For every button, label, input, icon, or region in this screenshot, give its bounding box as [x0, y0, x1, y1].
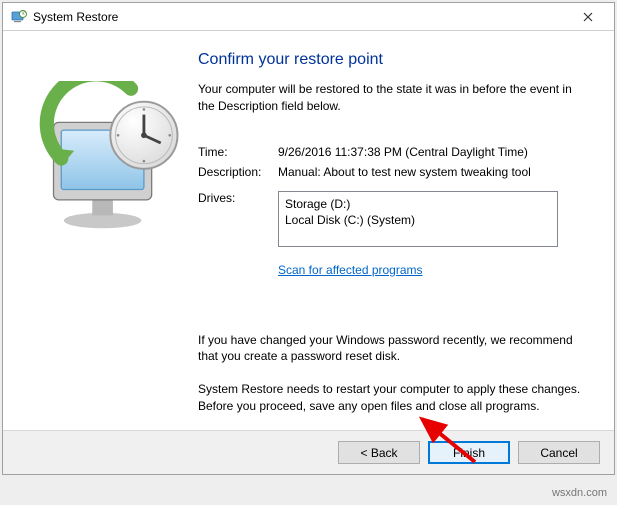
button-bar: < Back Finish Cancel	[3, 430, 614, 474]
scan-affected-programs-link[interactable]: Scan for affected programs	[278, 263, 423, 277]
drives-list: Storage (D:) Local Disk (C:) (System)	[278, 191, 558, 247]
drives-row: Drives: Storage (D:) Local Disk (C:) (Sy…	[198, 191, 584, 247]
password-warning-text: If you have changed your Windows passwor…	[198, 332, 584, 366]
page-heading: Confirm your restore point	[198, 51, 584, 69]
content-pane: Confirm your restore point Your computer…	[193, 31, 614, 430]
cancel-button[interactable]: Cancel	[518, 441, 600, 464]
finish-button[interactable]: Finish	[428, 441, 510, 464]
restart-warning-text: System Restore needs to restart your com…	[198, 381, 584, 415]
back-button[interactable]: < Back	[338, 441, 420, 464]
close-button[interactable]	[566, 4, 610, 30]
dialog-body: Confirm your restore point Your computer…	[3, 31, 614, 430]
drives-label: Drives:	[198, 191, 278, 247]
left-pane	[3, 31, 193, 430]
system-restore-icon	[38, 225, 193, 239]
description-value: Manual: About to test new system tweakin…	[278, 165, 584, 179]
app-icon	[11, 9, 27, 25]
time-label: Time:	[198, 145, 278, 159]
description-row: Description: Manual: About to test new s…	[198, 165, 584, 179]
page-subtext: Your computer will be restored to the st…	[198, 81, 584, 115]
time-value: 9/26/2016 11:37:38 PM (Central Daylight …	[278, 145, 584, 159]
info-table: Time: 9/26/2016 11:37:38 PM (Central Day…	[198, 145, 584, 247]
window-title: System Restore	[33, 10, 566, 24]
description-label: Description:	[198, 165, 278, 179]
dialog-window: System Restore	[2, 2, 615, 475]
time-row: Time: 9/26/2016 11:37:38 PM (Central Day…	[198, 145, 584, 159]
drive-item: Storage (D:)	[285, 196, 551, 213]
attribution-text: wsxdn.com	[552, 487, 607, 499]
titlebar: System Restore	[3, 3, 614, 31]
drive-item: Local Disk (C:) (System)	[285, 212, 551, 229]
